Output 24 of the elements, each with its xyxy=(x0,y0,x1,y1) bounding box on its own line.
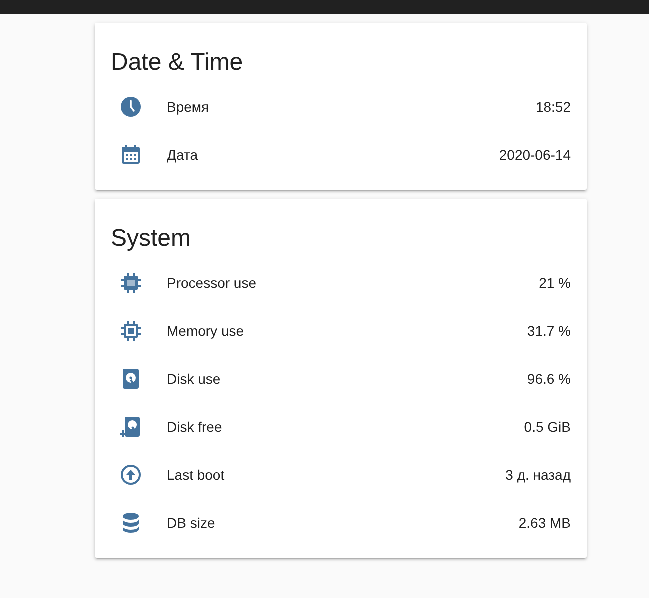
hard-disk-plus-icon xyxy=(119,415,143,439)
chip-icon xyxy=(119,319,143,343)
up-arrow-circle-icon xyxy=(119,463,143,487)
row-label: Processor use xyxy=(167,275,258,291)
card-title: Date & Time xyxy=(110,48,244,78)
chip-icon xyxy=(119,271,143,295)
row-value: 31.7 % xyxy=(527,323,571,339)
row-label: Last boot xyxy=(167,467,226,483)
row-label: Memory use xyxy=(167,323,246,339)
row-label: Disk free xyxy=(167,419,224,435)
row-label: Время xyxy=(167,99,210,115)
row-label: Disk use xyxy=(167,371,222,387)
row-label: Дата xyxy=(167,147,200,163)
row-value: 18:52 xyxy=(536,99,571,115)
row-value: 2.63 MB xyxy=(518,515,571,531)
row-value: 96.6 % xyxy=(527,371,571,387)
row-value: 2020-06-14 xyxy=(499,147,571,163)
row-value: 3 д. назад xyxy=(506,467,571,483)
card-title: System xyxy=(110,224,192,254)
row-value: 21 % xyxy=(539,275,571,291)
row-label: DB size xyxy=(167,515,216,531)
calendar-icon xyxy=(119,143,143,167)
clock-icon xyxy=(119,95,143,119)
row-value: 0.5 GiB xyxy=(524,419,571,435)
